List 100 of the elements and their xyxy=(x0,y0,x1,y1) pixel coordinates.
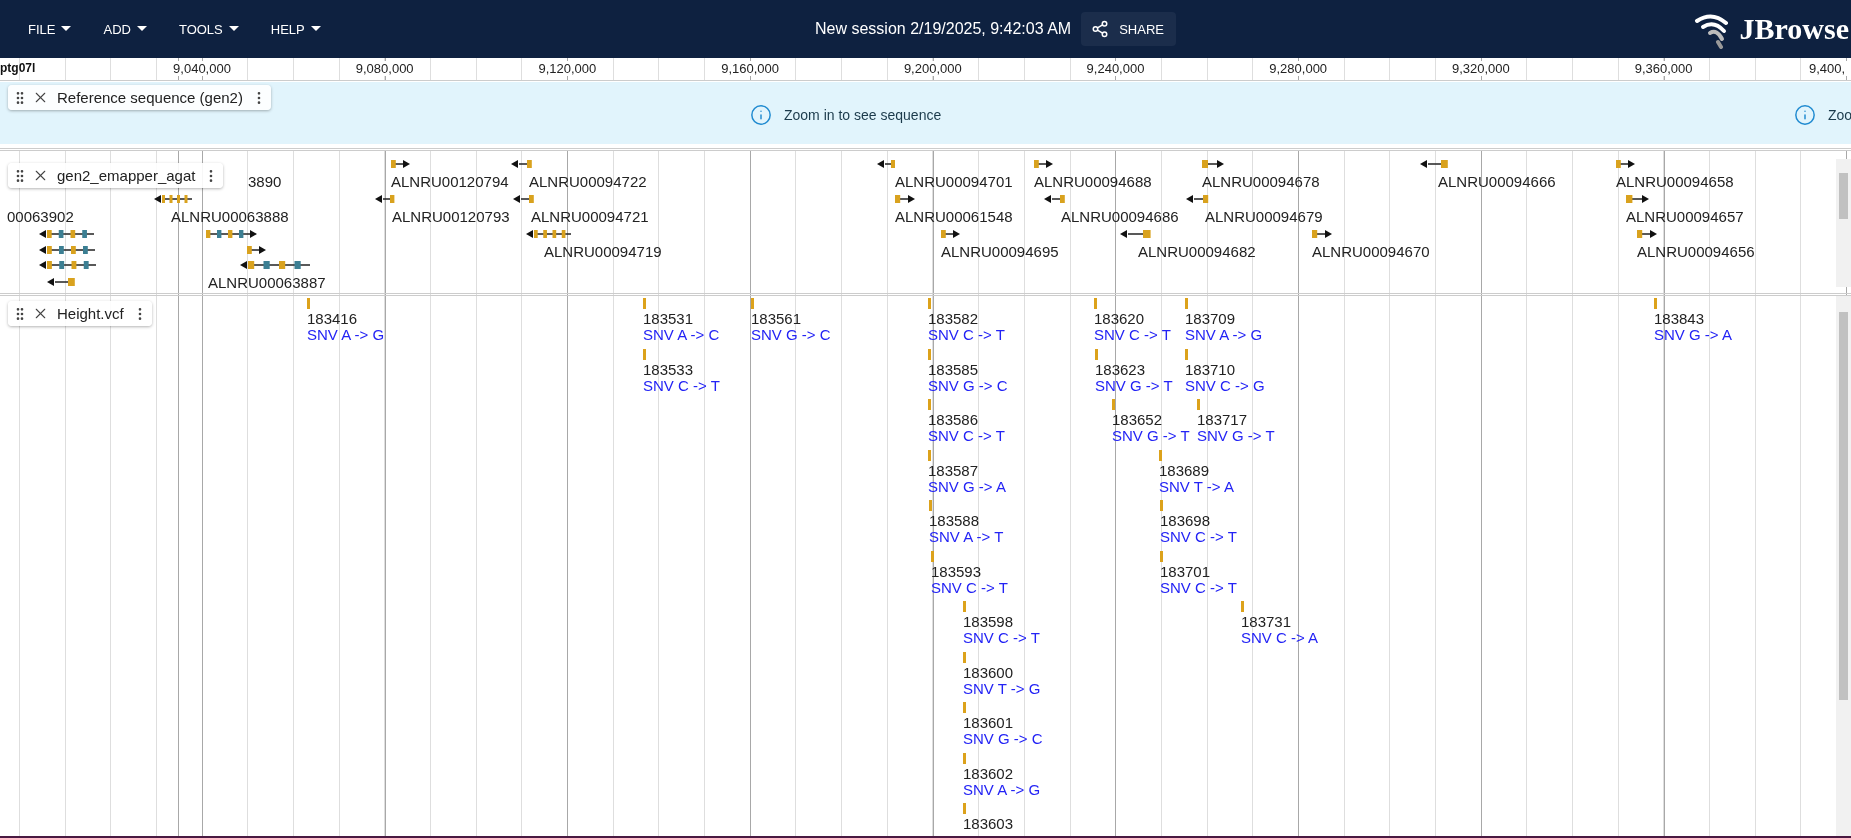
variant-id: 183601 xyxy=(963,714,1014,731)
variant-id: 183717 xyxy=(1197,411,1248,428)
variant-id: 183709 xyxy=(1185,310,1236,327)
variant-marker xyxy=(963,752,966,764)
variant-description: SNV C -> T xyxy=(1160,578,1237,596)
variant-marker xyxy=(1094,298,1097,309)
variant-id: 183593 xyxy=(931,562,982,580)
variant-marker xyxy=(1241,601,1244,612)
variant-description: SNV C -> T xyxy=(643,376,720,394)
variant-description: SNV A -> T xyxy=(929,528,1004,545)
variant-description: SNV T -> G xyxy=(963,679,1041,697)
caret-icon xyxy=(228,26,239,32)
ruler-label: 9,040,000 xyxy=(170,61,234,76)
variant-id: 183416 xyxy=(307,310,358,327)
variant-id: 183586 xyxy=(928,411,979,428)
variant-description: SNV G -> C xyxy=(963,730,1043,747)
variant-description: SNV C -> T xyxy=(1160,528,1237,545)
variant-marker xyxy=(963,651,966,663)
variant-id: 183843 xyxy=(1654,310,1705,327)
zoom-message: Zoom in to see sequence xyxy=(784,107,942,123)
variant-id: 183587 xyxy=(928,461,979,479)
variant-description: SNV C -> G xyxy=(1185,376,1265,394)
variant-id: 183652 xyxy=(1112,411,1163,428)
menu-button[interactable]: TOOLS xyxy=(168,15,249,43)
variant-marker xyxy=(928,298,931,309)
gene-label: 00063902 xyxy=(7,208,74,225)
menu-button[interactable]: FILE xyxy=(18,15,82,43)
variant-marker xyxy=(928,348,931,360)
variant-description: SNV A -> G xyxy=(963,780,1041,798)
variant-description: SNV C -> T xyxy=(1094,326,1171,343)
variant-id: 183598 xyxy=(963,613,1014,630)
scroll-bar[interactable] xyxy=(1836,296,1851,836)
caret-icon xyxy=(310,26,321,32)
gene-label: ALNRU00094722 xyxy=(529,173,647,190)
gene-label: ALNRU00094679 xyxy=(1205,208,1323,225)
gene-label: ALNRU00094686 xyxy=(1061,208,1179,225)
variant-description: SNV A -> G xyxy=(307,326,385,343)
zoom-message: Zoo xyxy=(1828,107,1851,123)
logo-text: JBrowse xyxy=(1739,12,1849,46)
variant-marker xyxy=(928,399,931,410)
track-name: Reference sequence (gen2) xyxy=(56,89,244,106)
variant-description: SNV C -> T xyxy=(928,427,1005,444)
variant-id: 183603 xyxy=(963,815,1014,832)
gene-label: ALNRU00094658 xyxy=(1616,173,1734,190)
variant-description: SNV G -> T xyxy=(1095,376,1173,394)
gene-label: ALNRU00061548 xyxy=(895,208,1013,225)
gene-label: ALNRU00094666 xyxy=(1438,173,1556,190)
variant-description: SNV G -> T xyxy=(1197,427,1275,444)
share-button[interactable]: SHARE xyxy=(1081,12,1176,46)
variant-marker xyxy=(1160,550,1163,562)
gene-label: ALNRU00094721 xyxy=(531,208,649,225)
gene-label: 3890 xyxy=(248,173,282,190)
variant-id: 183701 xyxy=(1160,562,1211,580)
menu-button[interactable]: HELP xyxy=(260,15,331,43)
variant-description: SNV A -> C xyxy=(643,326,720,343)
variant-description: SNV G -> T xyxy=(1112,427,1190,444)
variant-marker xyxy=(929,500,932,511)
variant-id: 183588 xyxy=(929,512,980,529)
variant-id: 183710 xyxy=(1185,360,1236,378)
variant-id: 183582 xyxy=(928,310,979,327)
variant-description: SNV G -> C xyxy=(751,326,831,343)
variant-description: SNV T -> A xyxy=(1159,477,1234,495)
caret-icon xyxy=(61,26,72,32)
variant-description: SNV C -> A xyxy=(1241,629,1319,646)
variant-description: SNV G -> A xyxy=(1654,326,1732,343)
variant-id: 183602 xyxy=(963,764,1014,782)
track-name: gen2_emapper_agat xyxy=(56,167,197,184)
variant-marker xyxy=(1185,298,1188,309)
gene-label: ALNRU00094695 xyxy=(941,243,1059,260)
gene-label: ALNRU00094719 xyxy=(544,243,662,260)
variant-marker xyxy=(928,449,931,461)
track-name: Height.vcf xyxy=(56,305,125,322)
gene-label: ALNRU00094688 xyxy=(1034,173,1152,190)
variant-description: SNV C -> T xyxy=(928,326,1005,343)
variant-id: 183533 xyxy=(643,360,694,378)
share-icon xyxy=(1091,20,1110,38)
variant-marker xyxy=(1185,348,1188,360)
gene-label: ALNRU00063888 xyxy=(171,208,289,225)
info-icon xyxy=(750,104,772,126)
variant-marker xyxy=(963,702,966,713)
ruler-label: 9,160,000 xyxy=(718,61,782,76)
variant-id: 183689 xyxy=(1159,461,1210,479)
variant-marker xyxy=(1160,500,1163,511)
variant-marker xyxy=(751,298,754,309)
scroll-bar[interactable] xyxy=(1836,159,1851,287)
gene-label: ALNRU00094657 xyxy=(1626,208,1744,225)
gene-label: ALNRU00094656 xyxy=(1637,243,1755,260)
variant-marker xyxy=(643,348,646,360)
variant-id: 183585 xyxy=(928,360,979,378)
variant-marker xyxy=(1159,449,1162,461)
gene-label: ALNRU00094678 xyxy=(1202,173,1320,190)
gene-label: ALNRU00120793 xyxy=(392,208,510,225)
gene-label: ALNRU00063887 xyxy=(208,274,326,291)
gene-label: ALNRU00094701 xyxy=(895,173,1013,190)
info-icon xyxy=(1794,104,1816,126)
variant-id: 183561 xyxy=(751,310,802,327)
variant-id: 183731 xyxy=(1241,613,1292,630)
variant-id: 183623 xyxy=(1095,360,1146,378)
menu-button[interactable]: ADD xyxy=(93,15,157,43)
reference-name: ptg07l xyxy=(0,61,36,75)
